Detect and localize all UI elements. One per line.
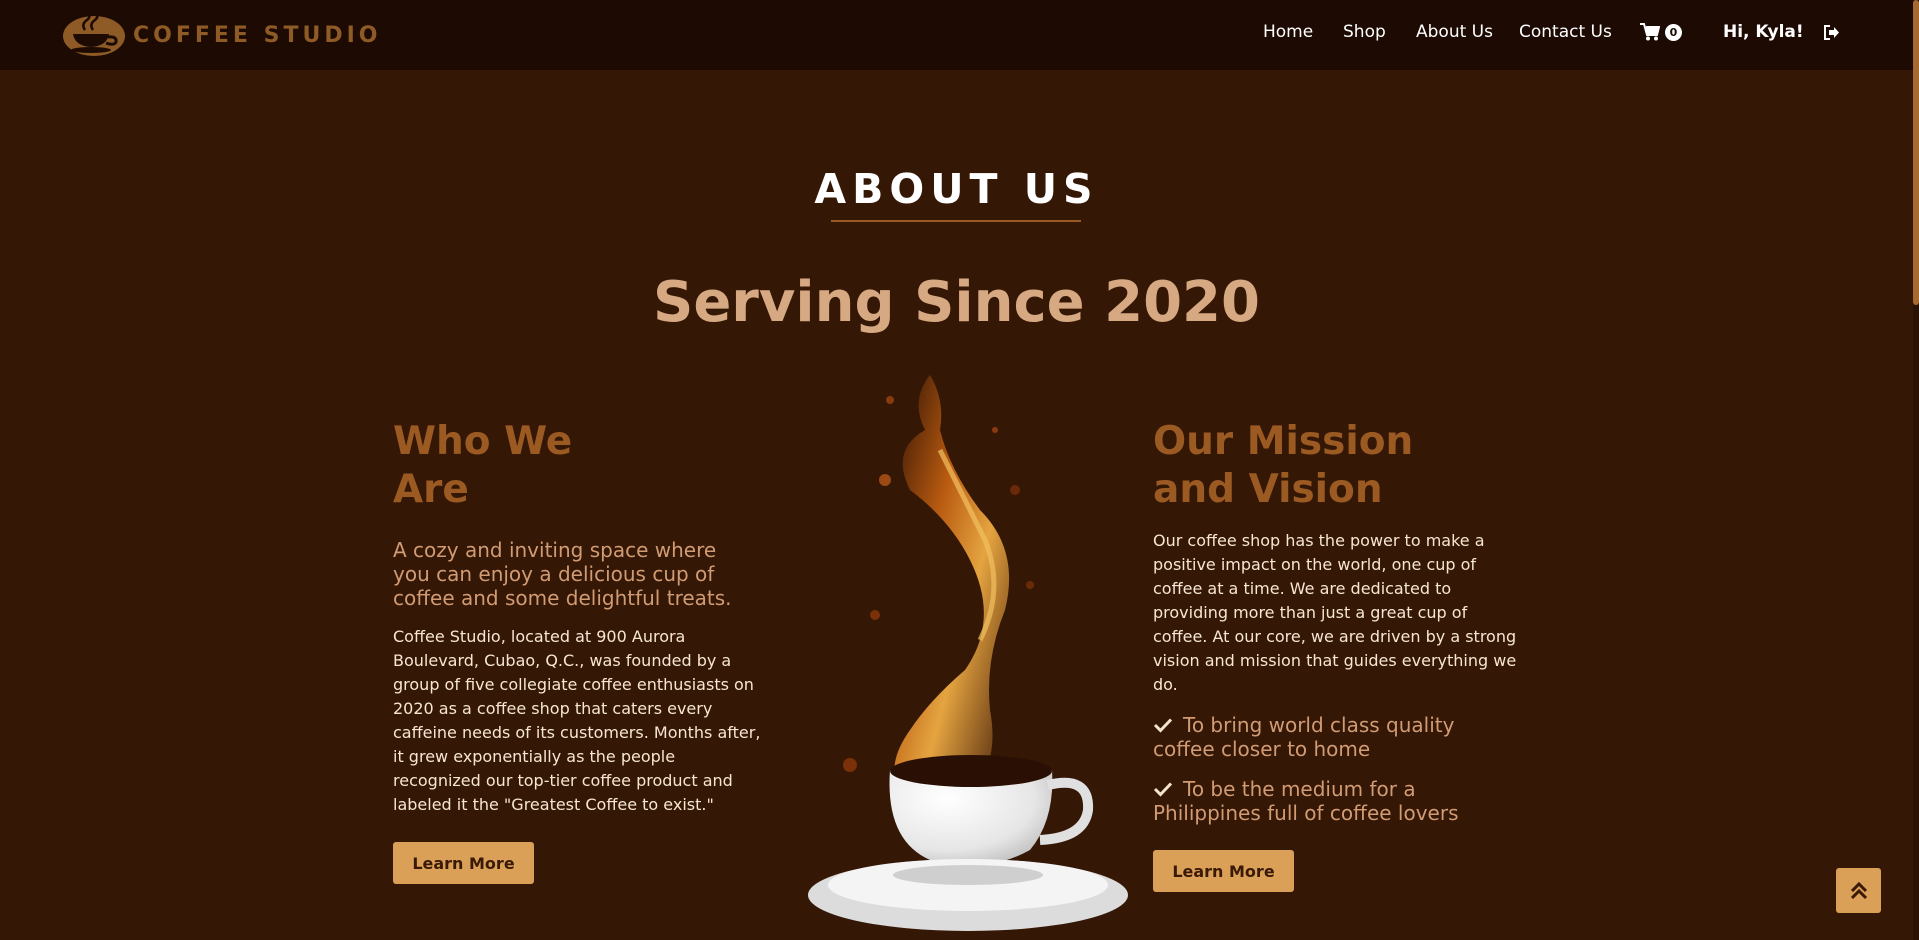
who-heading-line1: Who We: [393, 419, 573, 464]
coffee-splash-cup-image: [808, 375, 1128, 931]
cart-icon: [1640, 23, 1660, 41]
page-scrollbar[interactable]: [1913, 0, 1919, 940]
who-body: Coffee Studio, located at 900 Aurora Bou…: [393, 627, 761, 814]
cart-button[interactable]: 0: [1640, 23, 1682, 41]
mission-vision-heading: Our Mission and Vision: [1153, 418, 1413, 514]
who-we-are-heading: Who We Are: [393, 418, 572, 514]
mission-body: Our coffee shop has the power to make a …: [1153, 531, 1517, 694]
mission-item: To be the medium for a Philippines full …: [1153, 777, 1513, 825]
nav-home[interactable]: Home: [1263, 22, 1313, 42]
mission-heading-line2: and Vision: [1153, 467, 1383, 512]
mission-heading-line1: Our Mission: [1153, 419, 1414, 464]
who-learn-more-button[interactable]: Learn More: [393, 842, 534, 884]
double-chevron-up-icon: [1850, 881, 1867, 899]
user-greeting: Hi, Kyla!: [1723, 22, 1804, 42]
mission-learn-more-button[interactable]: Learn More: [1153, 850, 1294, 892]
check-icon: [1153, 718, 1173, 733]
main-nav: Home Shop About Us Contact Us: [0, 0, 1913, 70]
tagline: Serving Since 2020: [652, 270, 1260, 335]
back-to-top-button[interactable]: [1836, 868, 1881, 913]
mission-item: To bring world class quality coffee clos…: [1153, 713, 1513, 761]
navbar: COFFEE STUDIO Home Shop About Us Contact…: [0, 0, 1913, 70]
nav-contact-us[interactable]: Contact Us: [1519, 22, 1612, 42]
logout-icon[interactable]: [1823, 24, 1840, 41]
mission-item-text: To bring world class quality coffee clos…: [1153, 713, 1455, 761]
nav-shop[interactable]: Shop: [1343, 22, 1386, 42]
scrollbar-thumb[interactable]: [1913, 0, 1919, 305]
section-title: ABOUT US: [814, 165, 1099, 213]
mission-item-text: To be the medium for a Philippines full …: [1153, 777, 1459, 825]
nav-about-us[interactable]: About Us: [1416, 22, 1493, 42]
who-subheading: A cozy and inviting space where you can …: [393, 538, 732, 610]
title-underline: [831, 220, 1081, 222]
cart-count-badge: 0: [1665, 23, 1682, 41]
who-heading-line2: Are: [393, 467, 469, 512]
check-icon: [1153, 782, 1173, 797]
